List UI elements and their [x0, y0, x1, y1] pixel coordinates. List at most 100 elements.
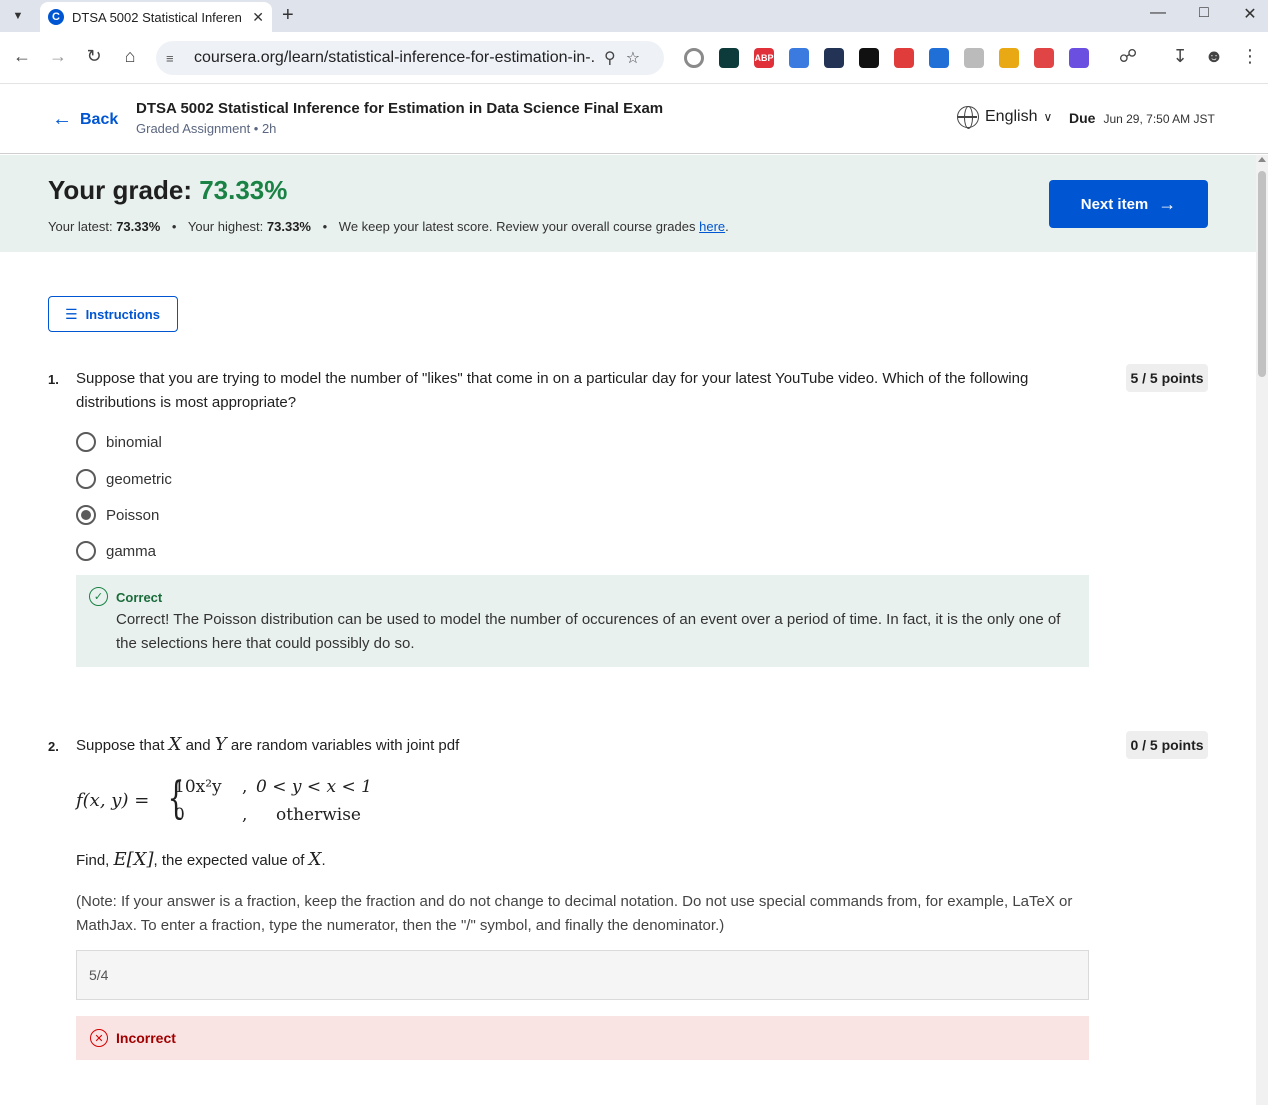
next-item-label: Next item — [1080, 195, 1149, 213]
option-label: binomial — [106, 433, 162, 451]
adblock-plus-icon[interactable]: ABP — [754, 48, 774, 68]
feedback-text: Correct! The Poisson distribution can be… — [116, 611, 1061, 652]
math-variable: X — [308, 849, 322, 870]
find-text: Find, E[X], the expected value of X. — [76, 848, 1056, 873]
correct-feedback: ✓ Correct Correct! The Poisson distribut… — [76, 575, 1089, 667]
radio-button[interactable] — [76, 469, 96, 489]
arrow-right-icon: → — [1158, 193, 1177, 214]
extensions-puzzle-icon[interactable]: ☍ — [1116, 46, 1140, 67]
grade-label: Your grade: — [48, 175, 200, 205]
window-close-icon[interactable]: ✕ — [1238, 4, 1262, 24]
browser-tabstrip: ▼ C DTSA 5002 Statistical Inference for … — [0, 0, 1268, 32]
bookmark-star-icon[interactable]: ☆ — [626, 48, 640, 68]
new-tab-icon[interactable]: + — [282, 4, 294, 27]
question-number: 2. — [48, 739, 59, 754]
profile-avatar-icon[interactable]: ☻ — [1202, 46, 1226, 67]
question-text-part: and — [181, 737, 215, 754]
mask-extension-icon[interactable] — [859, 48, 879, 68]
minimize-icon[interactable]: — — [1146, 4, 1170, 22]
radio-button[interactable] — [76, 432, 96, 452]
grade-banner: Your grade: 73.33% Your latest: 73.33% •… — [0, 155, 1256, 252]
tab-search-chevron-icon[interactable]: ▼ — [8, 6, 28, 26]
red-extension-icon[interactable] — [894, 48, 914, 68]
find-text-part: Find, — [76, 852, 114, 869]
option-label: Poisson — [106, 506, 160, 524]
translate-extension-icon[interactable] — [789, 48, 809, 68]
question-points: 5 / 5 points — [1126, 364, 1208, 392]
latest-value: 73.33% — [116, 219, 161, 234]
home-icon[interactable]: ⌂ — [118, 46, 142, 67]
period: . — [725, 219, 729, 234]
downloads-icon[interactable]: ↧ — [1168, 46, 1192, 67]
question-text: Suppose that X and Y are random variable… — [76, 733, 1056, 758]
grade-details: Your latest: 73.33% • Your highest: 73.3… — [48, 219, 729, 234]
radio-button[interactable] — [76, 541, 96, 561]
chart-extension-icon[interactable] — [719, 48, 739, 68]
instructions-label: Instructions — [85, 306, 160, 322]
maximize-icon[interactable]: □ — [1192, 4, 1216, 22]
browser-menu-icon[interactable]: ⋮ — [1238, 46, 1262, 67]
url-text[interactable]: coursera.org/learn/statistical-inference… — [194, 49, 594, 67]
due-label: Due — [1069, 110, 1096, 126]
zoom-icon[interactable]: ⚲ — [604, 48, 616, 68]
grade-heading: Your grade: 73.33% — [48, 175, 287, 206]
case2-comma: , — [242, 805, 248, 825]
highest-label: Your highest: — [187, 219, 267, 234]
answer-input[interactable]: 5/4 — [76, 950, 1089, 1000]
chevron-down-icon: ∨ — [1043, 110, 1053, 124]
assignment-title: DTSA 5002 Statistical Inference for Esti… — [136, 100, 664, 117]
coursera-favicon-icon: C — [48, 9, 64, 25]
scroll-up-arrow-icon[interactable] — [1258, 157, 1266, 162]
joint-pdf-formula: f(x, y) = { 10x²y , 0 < y < x < 1 0 , ot… — [76, 775, 476, 835]
address-bar[interactable]: ≡ coursera.org/learn/statistical-inferen… — [156, 41, 664, 75]
answer-option[interactable]: binomial — [76, 432, 162, 452]
math-variable: X — [168, 734, 182, 755]
page-scrollbar[interactable] — [1256, 155, 1268, 1105]
answer-option[interactable]: geometric — [76, 469, 172, 489]
back-arrow-icon[interactable]: ← — [10, 46, 34, 67]
blue-edit-extension-icon[interactable] — [929, 48, 949, 68]
separator-dot: • — [171, 219, 177, 234]
due-date: Due Jun 29, 7:50 AM JST — [1069, 110, 1215, 126]
case1-condition: 0 < y < x < 1 — [256, 777, 372, 797]
case2-condition: otherwise — [276, 805, 361, 825]
language-selector[interactable]: English ∨ — [957, 106, 1053, 129]
question-text-part: are random variables with joint pdf — [226, 737, 460, 754]
purple-extension-icon[interactable] — [1069, 48, 1089, 68]
math-expression: E[X] — [113, 849, 154, 870]
case1-comma: , — [242, 777, 248, 797]
answer-option[interactable]: gamma — [76, 541, 156, 561]
opera-icon[interactable] — [684, 48, 704, 68]
math-variable: Y — [214, 734, 227, 755]
feedback-label: Incorrect — [116, 1030, 176, 1046]
next-item-button[interactable]: Next item → — [1049, 180, 1208, 228]
answer-note: (Note: If your answer is a fraction, kee… — [76, 893, 1073, 934]
tab-title: DTSA 5002 Statistical Inference for Esti… — [72, 9, 242, 25]
list-icon: ☰ — [65, 305, 78, 322]
latest-label: Your latest: — [48, 219, 117, 234]
case2-expression: 0 — [174, 805, 185, 825]
browser-tab-active[interactable]: C DTSA 5002 Statistical Inference for Es… — [40, 2, 272, 32]
answer-option[interactable]: Poisson — [76, 505, 159, 525]
globe-icon — [957, 106, 979, 129]
reload-icon[interactable]: ↻ — [82, 46, 106, 67]
browser-toolbar: ← → ↻ ⌂ ≡ coursera.org/learn/statistical… — [0, 32, 1268, 84]
tab-close-icon[interactable]: ✕ — [252, 9, 264, 26]
incorrect-feedback: ✕ Incorrect — [76, 1016, 1089, 1060]
scroll-thumb[interactable] — [1258, 171, 1266, 377]
course-grades-link[interactable]: here — [699, 219, 725, 234]
question-number: 1. — [48, 372, 59, 387]
yellow-extension-icon[interactable] — [999, 48, 1019, 68]
question-text: Suppose that you are trying to model the… — [76, 370, 1029, 411]
grade-value: 73.33% — [199, 175, 288, 205]
forward-arrow-icon[interactable]: → — [46, 46, 70, 67]
separator-dot: • — [322, 219, 328, 234]
formula-lhs: f(x, y) = — [76, 790, 150, 811]
site-settings-icon[interactable]: ≡ — [166, 51, 186, 66]
radio-button[interactable] — [76, 505, 96, 525]
gray-extension-icon[interactable] — [964, 48, 984, 68]
back-button[interactable]: ← Back — [52, 108, 118, 131]
shield-extension-icon[interactable] — [824, 48, 844, 68]
instructions-button[interactable]: ☰ Instructions — [48, 296, 178, 332]
record-extension-icon[interactable] — [1034, 48, 1054, 68]
